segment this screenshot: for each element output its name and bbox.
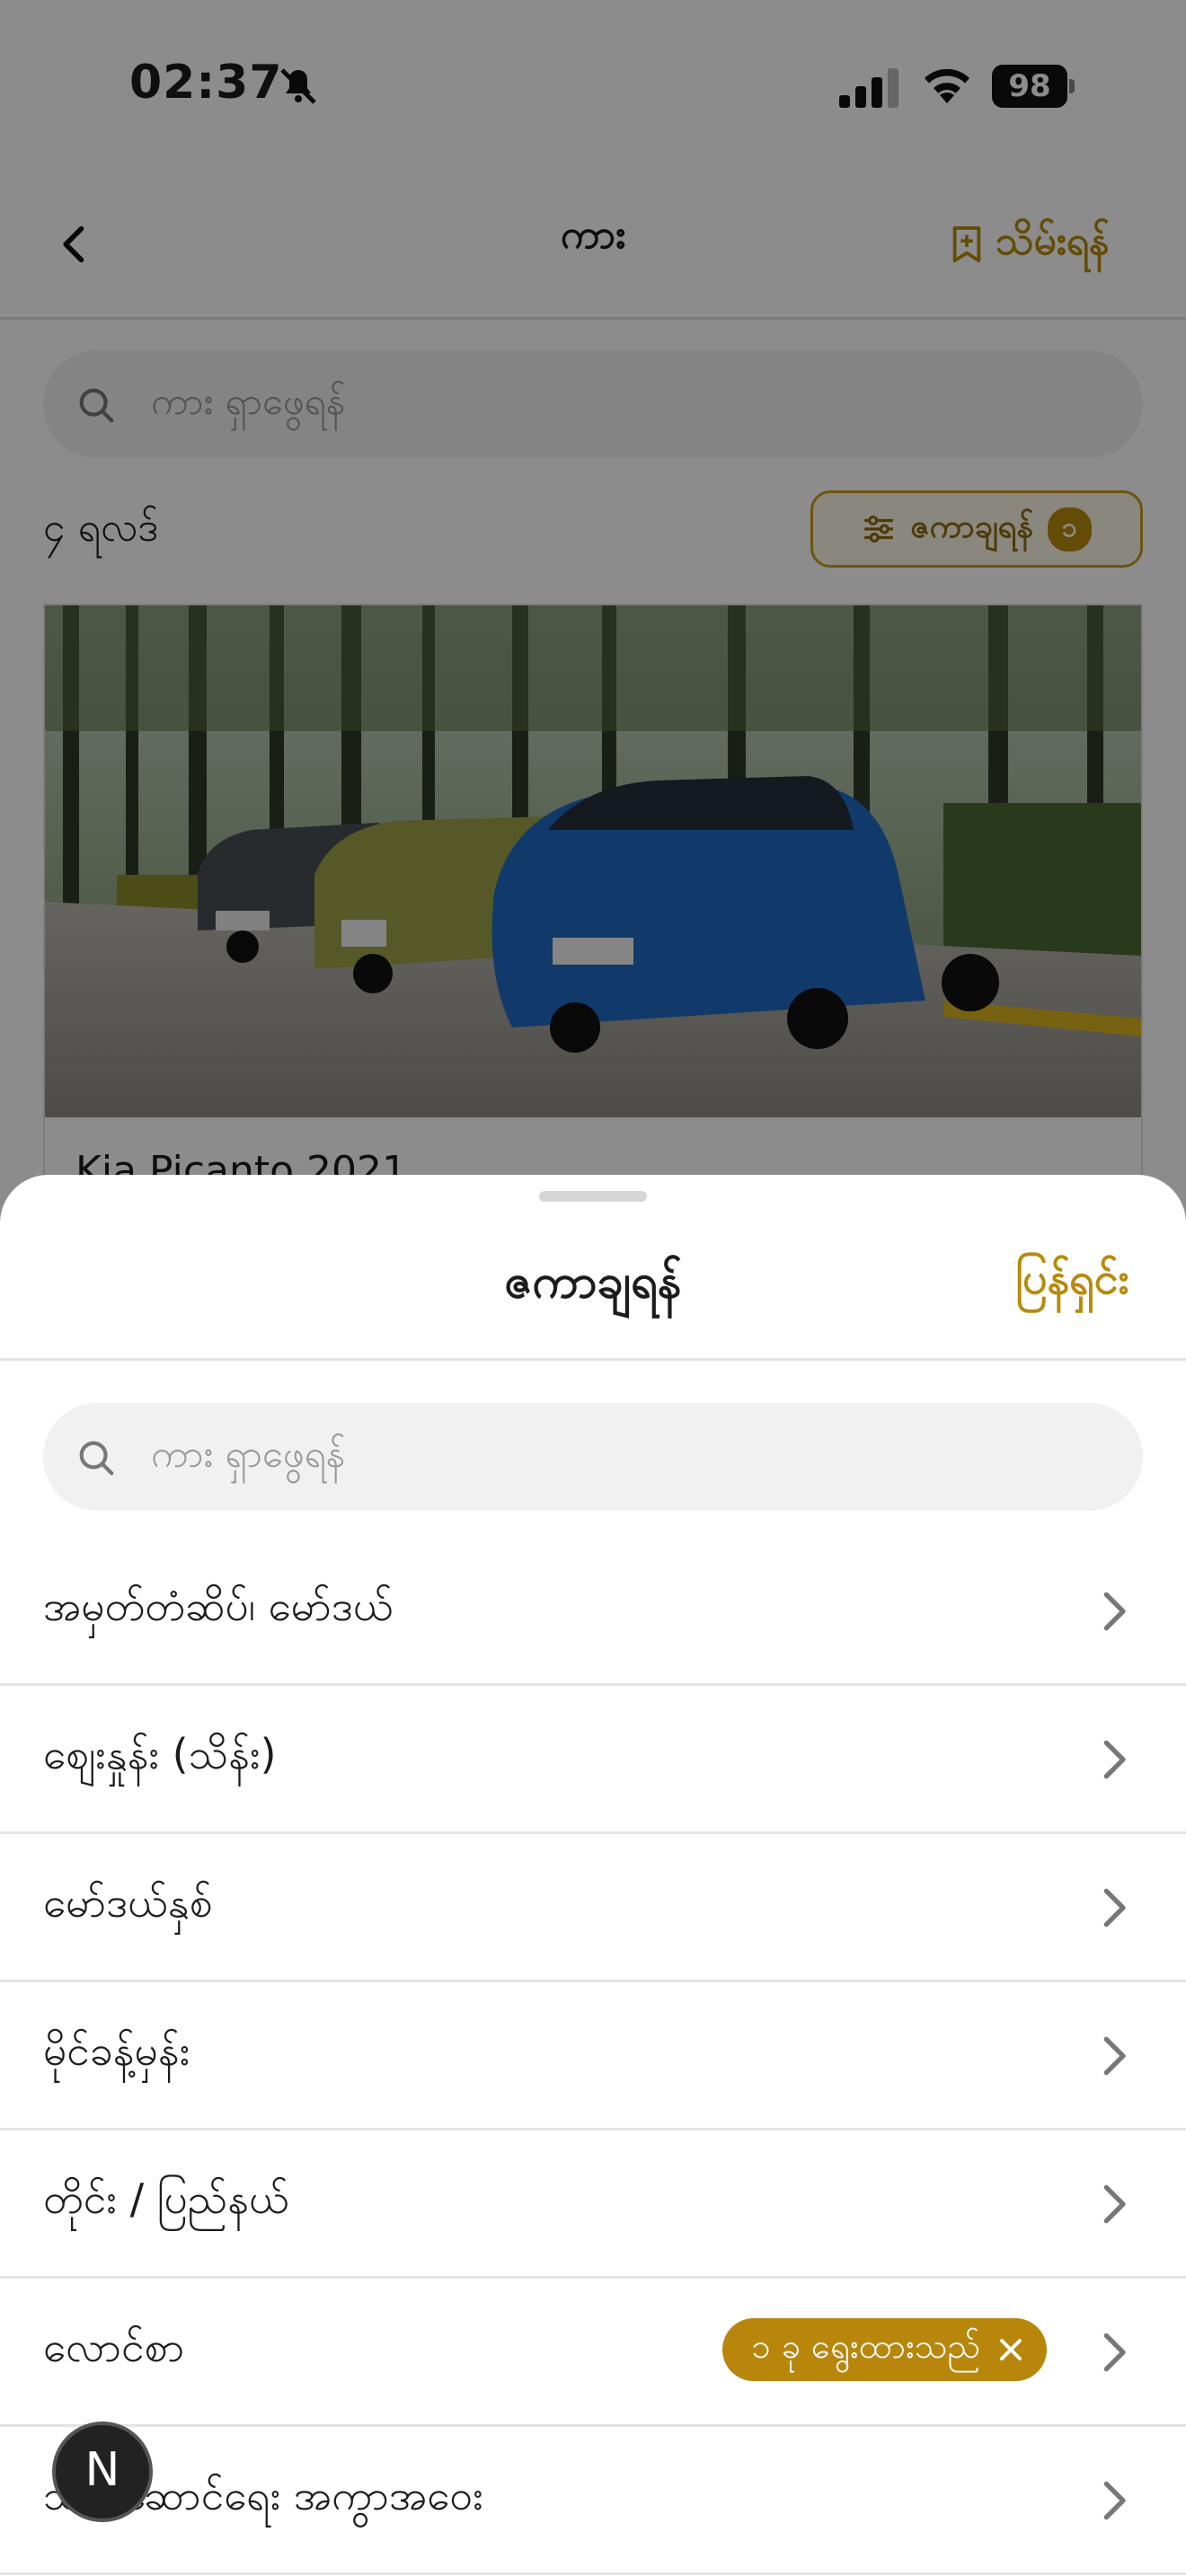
filter-row-brand-model[interactable]: အမှတ်တံဆိပ်၊ မော်ဒယ် xyxy=(0,1538,1186,1686)
filter-row-range[interactable]: သယ်ဆောင်ရေး အကွာအဝေး xyxy=(0,2427,1186,2575)
filter-row-label: စျေးနှုန်း (သိန်း) xyxy=(43,1730,277,1778)
filter-row-region[interactable]: တိုင်း / ပြည်နယ် xyxy=(0,2130,1186,2279)
reset-button[interactable]: ပြန်ရှင်း xyxy=(1015,1252,1129,1315)
filter-row-label: မိုင်ခန့်မှန်း xyxy=(43,2026,190,2075)
chevron-right-icon xyxy=(1103,2333,1126,2372)
search-icon xyxy=(79,1441,114,1476)
filter-row-label: တိုင်း / ပြည်နယ် xyxy=(43,2175,289,2223)
chevron-right-icon xyxy=(1103,1740,1126,1779)
floating-n-button[interactable]: N xyxy=(52,2422,153,2522)
chevron-right-icon xyxy=(1103,1592,1126,1631)
chevron-right-icon xyxy=(1103,1888,1126,1928)
filter-row-price[interactable]: စျေးနှုန်း (သိန်း) xyxy=(0,1686,1186,1834)
filter-row-mileage[interactable]: မိုင်ခန့်မှန်း xyxy=(0,1982,1186,2130)
filter-row-label: မော်ဒယ်နှစ် xyxy=(43,1878,213,1927)
sheet-search-placeholder: ကား ရှာဖွေရန် xyxy=(151,1432,346,1476)
sheet-grabber[interactable] xyxy=(539,1191,647,1202)
sheet-search-input[interactable]: ကား ရှာဖွေရန် xyxy=(43,1403,1143,1511)
close-icon[interactable] xyxy=(998,2337,1023,2362)
filter-row-label: အမှတ်တံဆိပ်၊ မော်ဒယ် xyxy=(43,1582,394,1630)
filter-sheet: ဇကာချရန် ပြန်ရှင်း ကား ရှာဖွေရန် အမှတ်တံ… xyxy=(0,1175,1186,2576)
filter-row-model-year[interactable]: မော်ဒယ်နှစ် xyxy=(0,1834,1186,1982)
chevron-right-icon xyxy=(1103,2036,1126,2076)
chevron-right-icon xyxy=(1103,2481,1126,2520)
chevron-right-icon xyxy=(1103,2184,1126,2224)
chip-label: ၁ ခု ရွေးထားသည် xyxy=(751,2326,981,2366)
filter-row-fuel[interactable]: လောင်စာ ၁ ခု ရွေးထားသည် xyxy=(0,2279,1186,2427)
selected-chip[interactable]: ၁ ခု ရွေးထားသည် xyxy=(722,2318,1048,2381)
sheet-title: ဇကာချရန် xyxy=(504,1255,682,1309)
sheet-divider xyxy=(0,1358,1186,1361)
filter-row-label: လောင်စာ xyxy=(43,2323,185,2371)
